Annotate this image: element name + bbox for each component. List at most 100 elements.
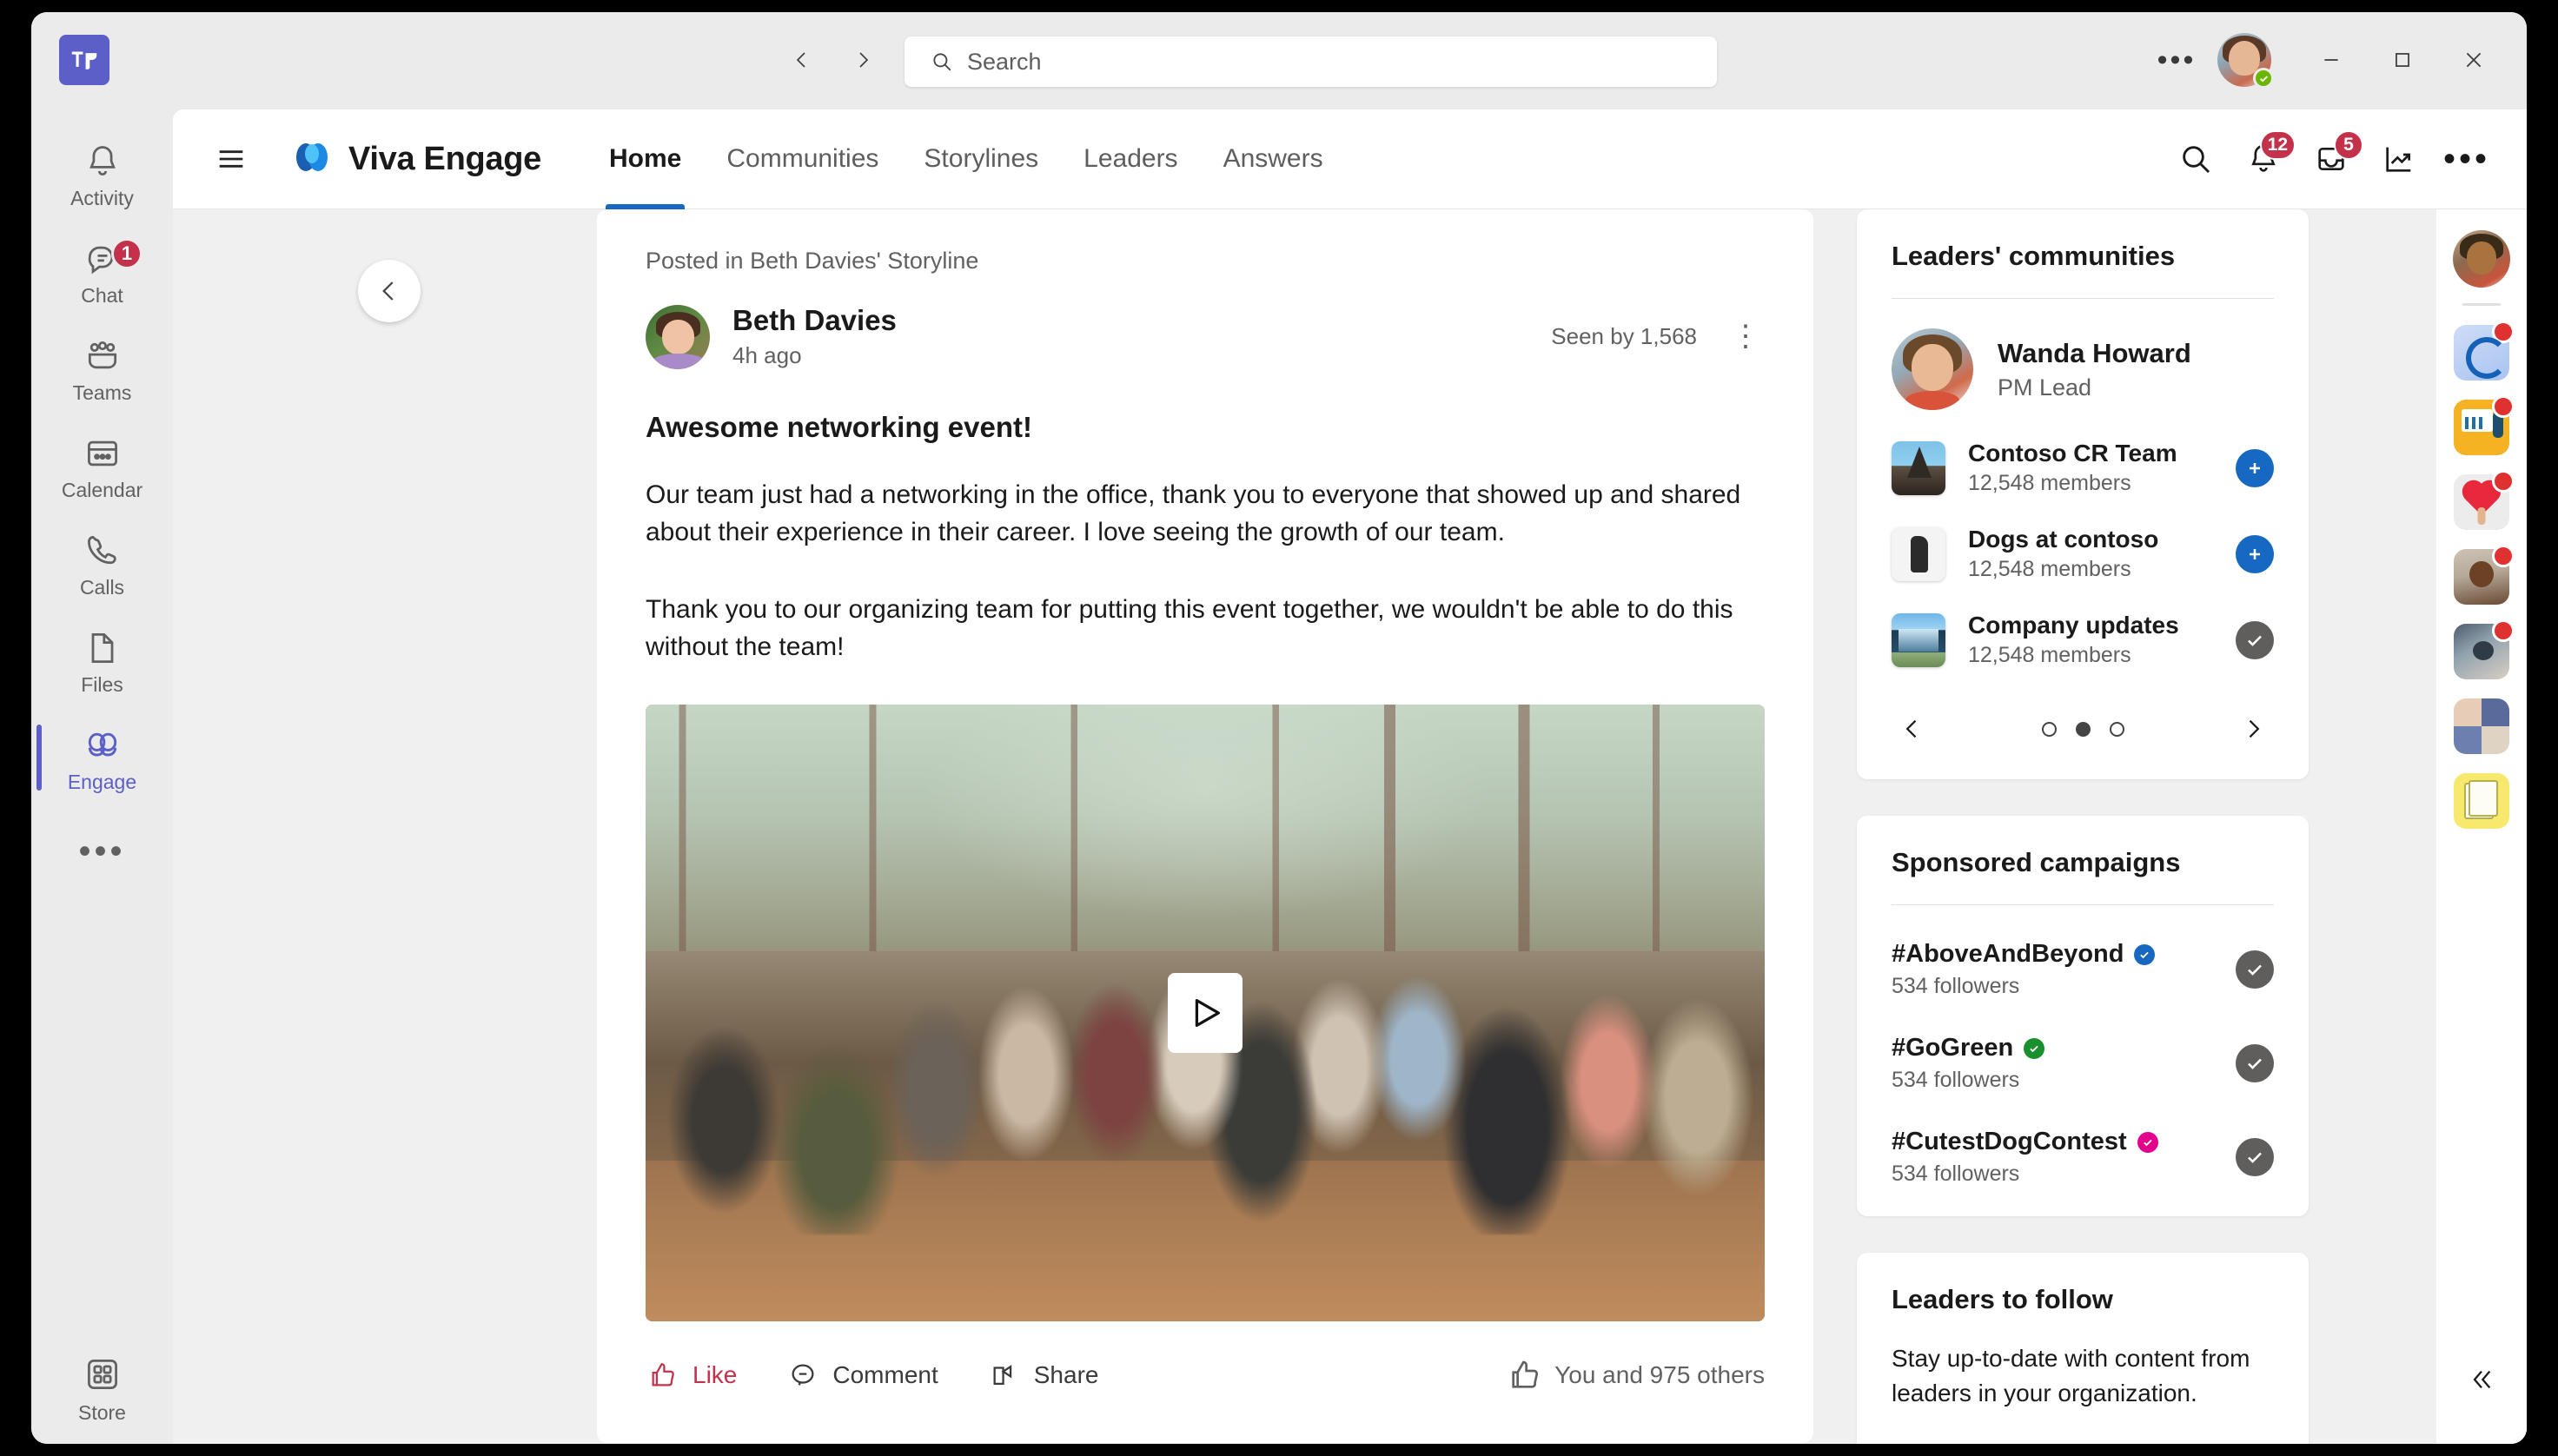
join-community-button[interactable]: [2236, 448, 2274, 487]
author-name[interactable]: Beth Davies: [732, 304, 897, 337]
avatar[interactable]: [2453, 230, 2510, 288]
verified-seal-icon: [2024, 1037, 2045, 1059]
communities-carousel: [1892, 708, 2274, 750]
sidebar-item-chat[interactable]: 1 Chat: [31, 222, 173, 320]
analytics-icon: [2386, 147, 2411, 172]
campaign-row[interactable]: #AboveAndBeyond 534 followers: [1892, 940, 2274, 999]
community-info: Contoso CR Team 12,548 members: [1968, 440, 2177, 496]
community-name: Company updates: [1968, 612, 2179, 639]
sidebar-item-calls[interactable]: Calls: [31, 514, 173, 612]
avatar[interactable]: [2217, 33, 2274, 89]
unread-dot: [2492, 545, 2515, 567]
viva-engage-logo-icon: [291, 136, 333, 182]
comment-button[interactable]: Comment: [785, 1358, 938, 1393]
minimize-button[interactable]: [2296, 31, 2367, 89]
carousel-dot[interactable]: [2109, 721, 2124, 737]
community-row[interactable]: Dogs at contoso 12,548 members: [1892, 526, 2274, 582]
sidebar-item-label: Store: [78, 1401, 126, 1424]
carousel-dot-active[interactable]: [2075, 721, 2091, 737]
carousel-next-button[interactable]: [2232, 708, 2274, 750]
people-icon: [83, 333, 122, 380]
play-button[interactable]: [1168, 972, 1243, 1053]
inbox-button[interactable]: 5: [2304, 130, 2363, 186]
post-video[interactable]: [646, 704, 1765, 1321]
comment-icon: [785, 1358, 820, 1393]
avatar-collar: [1905, 391, 1959, 410]
share-icon: [987, 1358, 1022, 1393]
tab-communities[interactable]: Communities: [704, 109, 901, 209]
nav-forward-button[interactable]: [839, 36, 886, 83]
share-button[interactable]: Share: [987, 1358, 1098, 1393]
sidebar-more-apps-icon[interactable]: •••: [31, 806, 173, 897]
avatar-face: [1912, 344, 1953, 391]
community-thumbnail: [1892, 440, 1945, 495]
divider: [1892, 904, 2274, 905]
tab-answers[interactable]: Answers: [1201, 109, 1346, 209]
close-icon: [2466, 52, 2482, 68]
campaign-row[interactable]: #GoGreen 534 followers: [1892, 1034, 2274, 1093]
chat-badge: 1: [111, 238, 142, 269]
author-avatar[interactable]: [646, 304, 710, 369]
nav-back-button[interactable]: [779, 36, 825, 83]
brand[interactable]: Viva Engage: [291, 136, 541, 182]
titlebar: Search •••: [31, 12, 2527, 109]
tab-home[interactable]: Home: [586, 109, 704, 209]
sidebar-item-calendar[interactable]: Calendar: [31, 417, 173, 514]
sidebar-item-store[interactable]: Store: [31, 1355, 173, 1425]
viva-connections-app-icon[interactable]: [2454, 321, 2515, 381]
following-campaign-button[interactable]: [2236, 950, 2274, 989]
meeting-grid-app-icon[interactable]: [2454, 698, 2509, 754]
like-button[interactable]: Like: [646, 1358, 737, 1393]
community-row[interactable]: Contoso CR Team 12,548 members: [1892, 440, 2274, 496]
community-name: Dogs at contoso: [1968, 526, 2159, 553]
sidebar-item-teams[interactable]: Teams: [31, 320, 173, 417]
tab-leaders[interactable]: Leaders: [1061, 109, 1200, 209]
tab-storylines[interactable]: Storylines: [901, 109, 1061, 209]
presentation-app-icon[interactable]: [2454, 395, 2515, 455]
more-options-button[interactable]: •••: [2440, 132, 2494, 186]
avatar-shirt: [653, 353, 705, 369]
close-button[interactable]: [2438, 31, 2509, 89]
campaign-tag-wrap: #GoGreen: [1892, 1034, 2045, 1062]
hamburger-icon[interactable]: [204, 132, 258, 186]
sidebar-item-activity[interactable]: Activity: [31, 125, 173, 222]
reactions-label: You and 975 others: [1554, 1360, 1765, 1388]
thumbs-up-icon: [1508, 1358, 1542, 1393]
plus-icon: [2250, 548, 2260, 559]
analytics-button[interactable]: [2372, 132, 2426, 186]
carousel-prev-button[interactable]: [1892, 708, 1933, 750]
praise-app-icon[interactable]: [2454, 470, 2515, 530]
unread-dot: [2492, 321, 2515, 343]
sidebar-item-files[interactable]: Files: [31, 612, 173, 709]
following-campaign-button[interactable]: [2236, 1044, 2274, 1082]
notifications-badge: 12: [2259, 130, 2296, 160]
search-input[interactable]: Search: [905, 36, 1717, 87]
collapse-rail-button[interactable]: [2457, 1355, 2506, 1404]
person-chat-app-icon[interactable]: [2454, 545, 2515, 605]
carousel-dot[interactable]: [2041, 721, 2057, 737]
card-title: Leaders' communities: [1892, 241, 2176, 271]
more-vertical-icon[interactable]: ⋮: [1726, 316, 1765, 358]
search-button[interactable]: [2169, 132, 2223, 186]
back-button[interactable]: [358, 260, 421, 322]
tab-label: Home: [609, 144, 682, 173]
community-row[interactable]: Company updates 12,548 members: [1892, 612, 2274, 668]
sidebar-item-label: Activity: [70, 186, 134, 209]
reactions-summary[interactable]: You and 975 others: [1508, 1358, 1765, 1393]
join-community-button[interactable]: [2236, 534, 2274, 573]
engage-header: Viva Engage Home Communities Storylines …: [173, 109, 2527, 209]
leader-row[interactable]: Wanda Howard PM Lead: [1892, 328, 2274, 410]
joined-community-button[interactable]: [2236, 620, 2274, 659]
campaign-row[interactable]: #CutestDogContest 534 followers: [1892, 1128, 2274, 1187]
sidebar-item-engage[interactable]: Engage: [31, 709, 173, 806]
inbox-badge: 5: [2334, 130, 2363, 160]
following-campaign-button[interactable]: [2236, 1138, 2274, 1176]
notifications-button[interactable]: 12: [2237, 130, 2296, 186]
posted-in-label: Posted in Beth Davies' Storyline: [646, 248, 979, 274]
notes-app-icon[interactable]: [2454, 773, 2509, 829]
person-video-app-icon[interactable]: [2454, 619, 2515, 679]
maximize-button[interactable]: [2367, 31, 2438, 89]
tab-label: Answers: [1223, 144, 1323, 173]
brand-label: Viva Engage: [348, 140, 541, 177]
settings-ellipsis-icon[interactable]: •••: [2146, 31, 2207, 89]
